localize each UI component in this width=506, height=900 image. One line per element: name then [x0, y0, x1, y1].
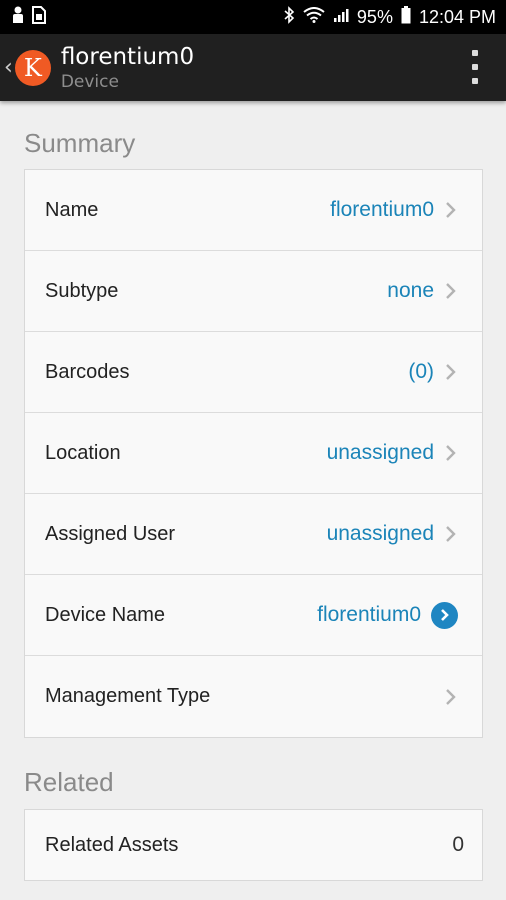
person-icon [12, 6, 24, 29]
overflow-menu-icon[interactable] [470, 50, 480, 84]
battery-icon [401, 5, 411, 29]
row-label: Subtype [45, 279, 119, 302]
row-value: none [387, 279, 434, 302]
chevron-right-icon [446, 526, 456, 542]
chevron-right-icon [446, 283, 456, 299]
back-button[interactable]: ‹ K [0, 34, 51, 101]
row-value: (0) [408, 360, 434, 383]
row-label: Related Assets [45, 833, 179, 856]
row-label: Management Type [45, 685, 211, 707]
row-management-type[interactable]: Management Type [25, 656, 482, 737]
row-label: Name [45, 198, 99, 221]
row-value: unassigned [326, 522, 434, 545]
row-value: florentium0 [330, 198, 434, 221]
row-value: florentium0 [317, 603, 421, 626]
chevron-right-icon [446, 445, 456, 461]
page-title: florentium0 [60, 43, 195, 70]
row-name[interactable]: Name florentium0 [25, 170, 482, 251]
app-logo: K [14, 49, 51, 86]
chevron-left-icon: ‹ [4, 55, 13, 80]
battery-percent: 95% [356, 6, 393, 27]
row-value: 0 [452, 833, 464, 856]
status-bar-right: 95% 12:04 PM [284, 5, 496, 29]
related-heading: Related [24, 767, 114, 797]
row-label: Barcodes [45, 360, 130, 383]
status-bar: 95% 12:04 PM [0, 0, 506, 34]
signal-icon [333, 7, 349, 28]
app-bar-titles: florentium0 Device [61, 43, 194, 93]
page-subtitle: Device [60, 71, 119, 92]
row-label: Location [45, 441, 121, 464]
row-assigned-user[interactable]: Assigned User unassigned [25, 494, 482, 575]
app-bar: ‹ K florentium0 Device [0, 34, 506, 101]
chevron-circle-right-icon[interactable] [431, 601, 458, 629]
logo-letter: K [23, 53, 42, 82]
clock: 12:04 PM [418, 6, 496, 27]
row-value: unassigned [326, 441, 434, 464]
row-label: Assigned User [45, 522, 176, 545]
row-location[interactable]: Location unassigned [25, 413, 482, 494]
chevron-right-icon [446, 688, 456, 705]
row-device-name[interactable]: Device Name florentium0 [25, 575, 482, 656]
row-related-assets[interactable]: Related Assets 0 [25, 810, 482, 880]
related-card: Related Assets 0 [24, 809, 483, 881]
bluetooth-icon [284, 5, 295, 29]
summary-heading: Summary [24, 128, 136, 158]
row-barcodes[interactable]: Barcodes (0) [25, 332, 482, 413]
status-bar-left [12, 5, 46, 29]
chevron-right-icon [446, 364, 456, 380]
sim-icon [32, 5, 46, 29]
chevron-right-icon [446, 202, 456, 218]
row-label: Device Name [45, 603, 166, 626]
wifi-icon [303, 6, 325, 28]
row-subtype[interactable]: Subtype none [25, 251, 482, 332]
summary-card: Name florentium0 Subtype none Barcodes (… [24, 169, 483, 738]
